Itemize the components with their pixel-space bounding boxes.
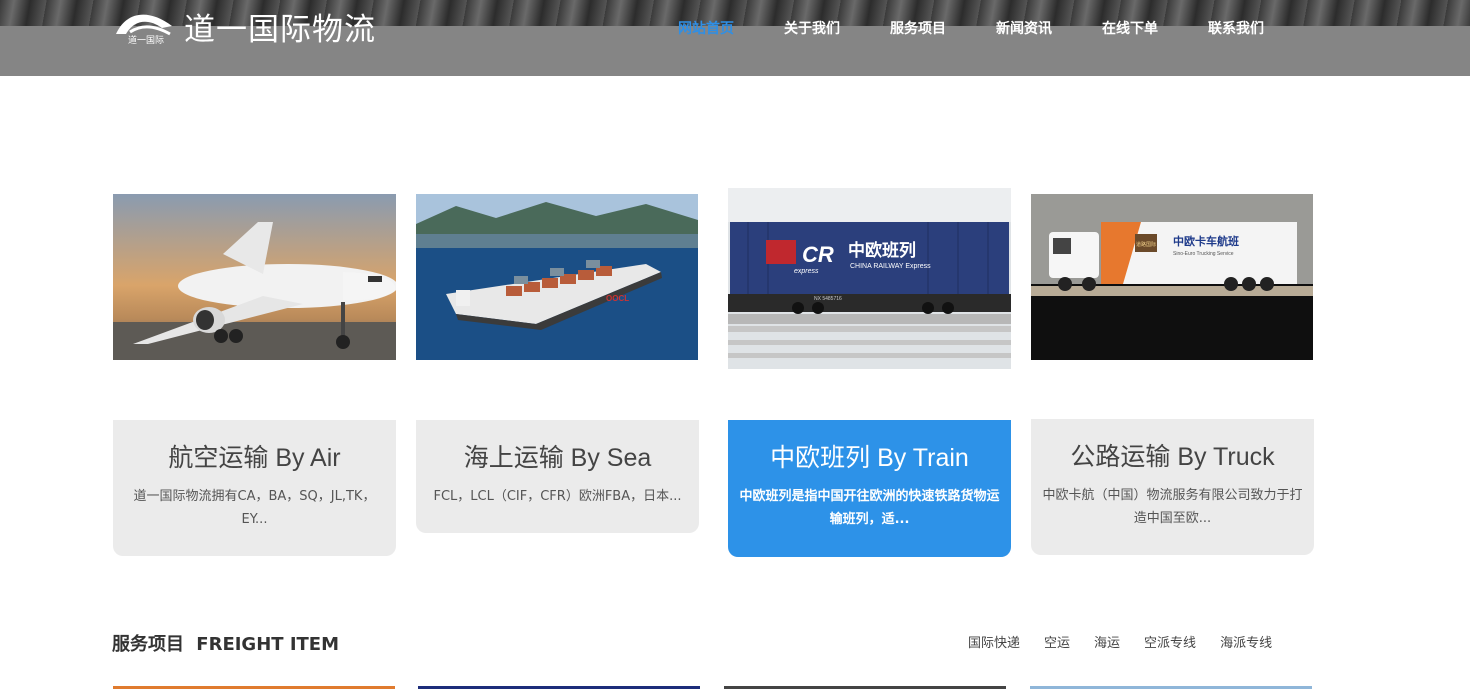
- tab-air-freight[interactable]: 空运: [1044, 632, 1070, 651]
- train-sign-express: express: [794, 268, 819, 275]
- service-desc: 中欧班列是指中国开往欧洲的快速铁路货物运输班列，适...: [739, 489, 1000, 527]
- nav-order[interactable]: 在线下单: [1102, 18, 1158, 38]
- tab-air-delivery-line[interactable]: 空派专线: [1144, 632, 1196, 651]
- main-nav: 网站首页 关于我们 服务项目 新闻资讯 在线下单 联系我们: [678, 18, 1314, 38]
- truck-sign-en: Sino-Euro Trucking Service: [1173, 251, 1234, 257]
- train-sign-en: CHINA RAILWAY Express: [850, 263, 931, 270]
- tab-international-express[interactable]: 国际快递: [968, 632, 1020, 651]
- logo-text: 道一国际物流: [184, 11, 376, 48]
- service-card-box: 公路运输 By Truck 中欧卡航（中国）物流服务有限公司致力于打造中国至欧.…: [1031, 419, 1314, 555]
- section-title-en: FREIGHT ITEM: [196, 634, 339, 655]
- service-desc: 道一国际物流拥有CA，BA，SQ，JL,TK，EY...: [133, 489, 376, 527]
- logo-subtext: 道一国际: [128, 36, 165, 46]
- train-image: CR 中欧班列 express CHINA RAILWAY Express NX…: [728, 188, 1011, 369]
- section-title-cn: 服务项目: [112, 634, 184, 655]
- logo[interactable]: 道一国际 道一国际物流: [112, 4, 376, 48]
- nav-contact[interactable]: 联系我们: [1208, 18, 1264, 38]
- site-header: 道一国际 道一国际物流 网站首页 关于我们 服务项目 新闻资讯 在线下单 联系我…: [0, 0, 1470, 76]
- tab-sea-delivery-line[interactable]: 海派专线: [1220, 632, 1272, 651]
- truck-image: 道路国际 中欧卡车航班 Sino-Euro Trucking Service: [1031, 194, 1313, 360]
- service-desc: FCL，LCL（CIF，CFR）欧洲FBA，日本...: [433, 489, 682, 504]
- service-card-box: 中欧班列 By Train 中欧班列是指中国开往欧洲的快速铁路货物运输班列，适.…: [728, 420, 1011, 557]
- service-desc: 中欧卡航（中国）物流服务有限公司致力于打造中国至欧...: [1042, 488, 1303, 526]
- train-sign-cn: 中欧班列: [848, 240, 916, 261]
- tab-sea-freight[interactable]: 海运: [1094, 632, 1120, 651]
- service-card-box: 航空运输 By Air 道一国际物流拥有CA，BA，SQ，JL,TK，EY...: [113, 420, 396, 556]
- logo-bird-icon: 道一国际: [112, 4, 182, 48]
- freight-tabs: 国际快递 空运 海运 空派专线 海派专线: [968, 632, 1296, 651]
- train-car-number: NX 5485716: [814, 296, 842, 302]
- train-brand-logo: CR: [802, 242, 834, 267]
- nav-services[interactable]: 服务项目: [890, 18, 946, 38]
- section-title: 服务项目 FREIGHT ITEM: [112, 630, 339, 656]
- nav-home[interactable]: 网站首页: [678, 18, 734, 38]
- nav-news[interactable]: 新闻资讯: [996, 18, 1052, 38]
- truck-sign-cn: 中欧卡车航班: [1173, 234, 1239, 248]
- service-title: 中欧班列 By Train: [770, 444, 969, 472]
- truck-badge-text: 道路国际: [1136, 241, 1156, 248]
- ship-image: OOCL: [416, 194, 698, 360]
- service-card-box: 海上运输 By Sea FCL，LCL（CIF，CFR）欧洲FBA，日本...: [416, 420, 699, 533]
- airplane-image: [113, 194, 396, 360]
- nav-about[interactable]: 关于我们: [784, 18, 840, 38]
- service-title: 公路运输 By Truck: [1070, 443, 1275, 471]
- service-title: 海上运输 By Sea: [463, 444, 652, 472]
- service-title: 航空运输 By Air: [168, 444, 341, 472]
- ship-hull-label: OOCL: [606, 294, 629, 303]
